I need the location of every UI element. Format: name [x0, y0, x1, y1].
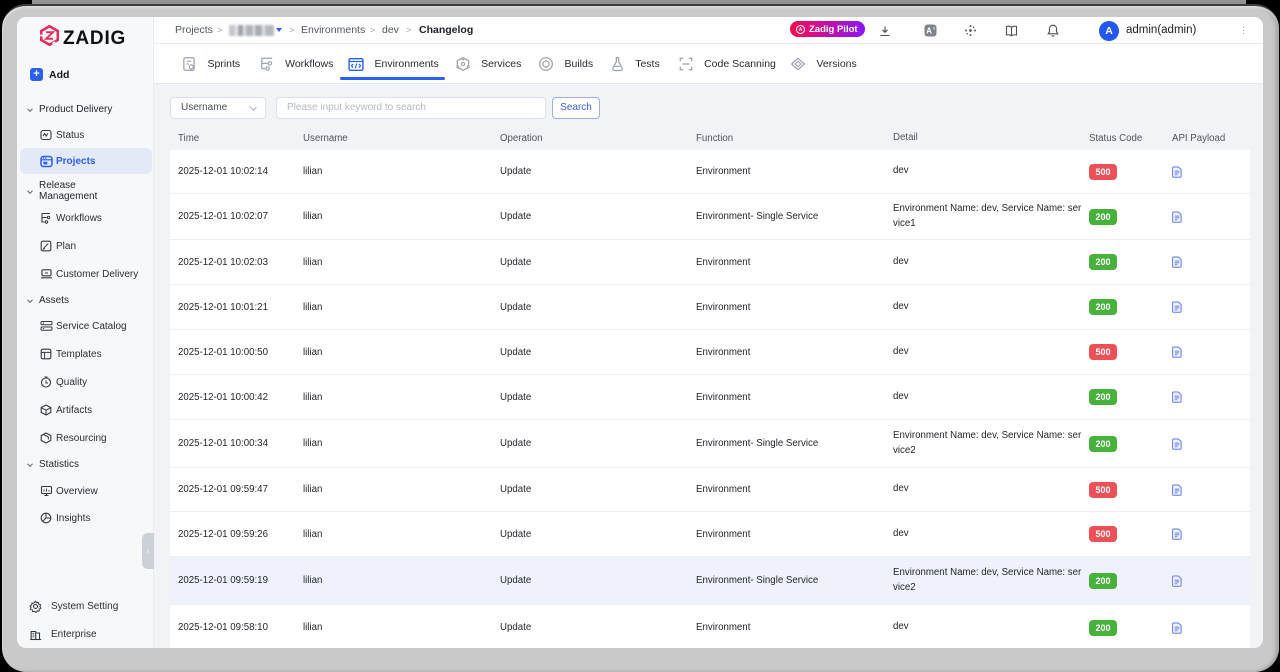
svg-text:A: A — [926, 27, 932, 36]
